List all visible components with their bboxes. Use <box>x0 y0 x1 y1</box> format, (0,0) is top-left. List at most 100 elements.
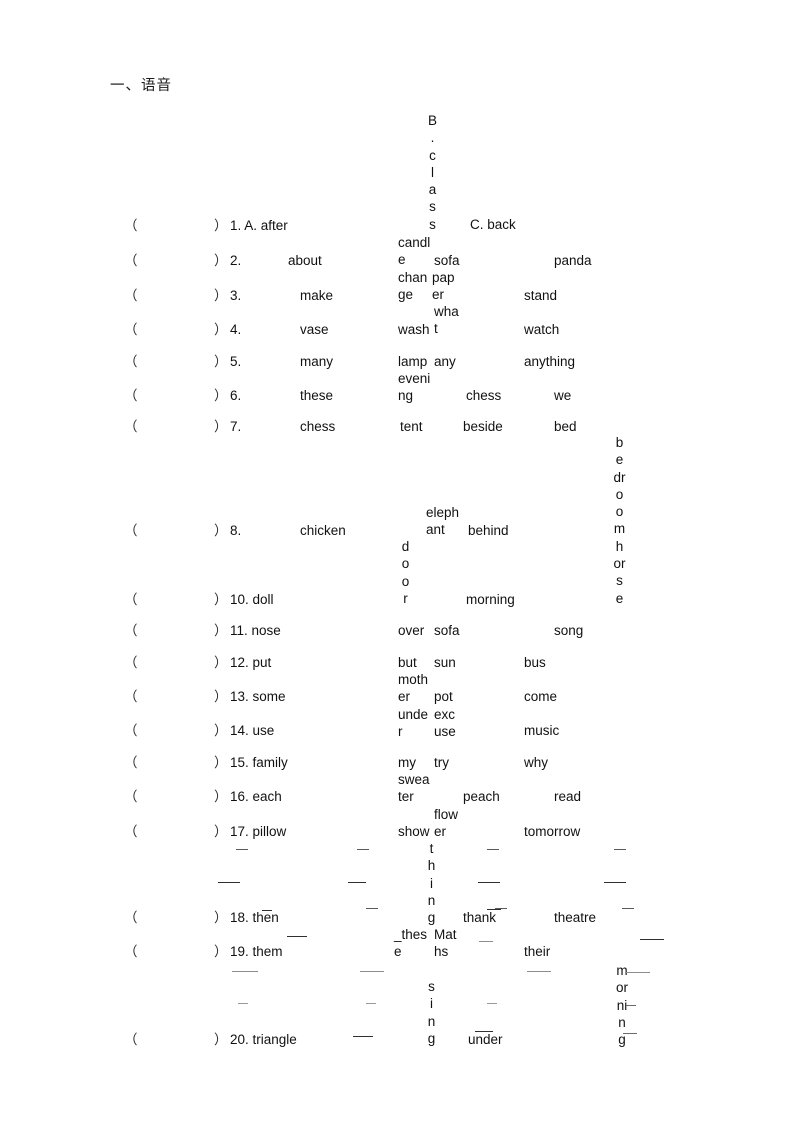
question-label-11: 11. nose <box>230 623 281 638</box>
underline-artifact-25 <box>353 1036 373 1037</box>
answer-bracket-close-8[interactable]: ） <box>214 522 228 539</box>
answer-bracket-open-1[interactable]: （ <box>124 217 138 234</box>
underline-artifact-4 <box>614 849 626 850</box>
option-a-8: chicken <box>300 523 346 538</box>
answer-bracket-open-10[interactable]: （ <box>124 591 138 608</box>
answer-bracket-open-11[interactable]: （ <box>124 622 138 639</box>
answer-bracket-close-10[interactable]: ） <box>214 591 228 608</box>
answer-bracket-close-15[interactable]: ） <box>214 754 228 771</box>
option-d-3: stand <box>524 288 558 303</box>
option-c-label: C. back <box>470 217 516 232</box>
option-a-7: chess <box>300 419 336 434</box>
underline-artifact-9 <box>366 908 378 909</box>
option-d-15: why <box>524 755 549 770</box>
answer-bracket-open-15[interactable]: （ <box>124 754 138 771</box>
underline-artifact-24 <box>626 1005 636 1006</box>
fragment-change: chan ge <box>398 270 428 303</box>
option-c-16: peach <box>463 789 500 804</box>
worksheet-page: 一、语音 B . c l a s s C. back candl e chan … <box>0 0 800 1134</box>
option-d-16: read <box>554 789 582 804</box>
answer-bracket-close-17[interactable]: ） <box>214 823 228 840</box>
answer-bracket-close-2[interactable]: ） <box>214 252 228 269</box>
answer-bracket-open-17[interactable]: （ <box>124 823 138 840</box>
answer-bracket-close-7[interactable]: ） <box>214 418 228 435</box>
question-label-14: 14. use <box>230 723 275 738</box>
answer-bracket-open-4[interactable]: （ <box>124 321 138 338</box>
answer-bracket-close-11[interactable]: ） <box>214 622 228 639</box>
underline-artifact-7 <box>478 882 500 883</box>
option-d-6: we <box>554 388 572 403</box>
answer-bracket-close-13[interactable]: ） <box>214 688 228 705</box>
underline-artifact-1 <box>236 849 248 850</box>
underline-artifact-27 <box>623 1033 637 1034</box>
underline-artifact-13 <box>487 909 501 910</box>
answer-bracket-open-8[interactable]: （ <box>124 522 138 539</box>
answer-bracket-close-3[interactable]: ） <box>214 287 228 304</box>
option-d-17: tomorrow <box>524 824 581 839</box>
answer-bracket-open-7[interactable]: （ <box>124 418 138 435</box>
underline-artifact-26 <box>475 1031 493 1032</box>
option-b-11: over <box>398 623 425 638</box>
option-d-12: bus <box>524 655 546 670</box>
answer-bracket-close-20[interactable]: ） <box>214 1031 228 1048</box>
fragment-maths: Mat hs <box>434 927 457 960</box>
option-c-15: try <box>434 755 449 770</box>
question-label-4: 4. <box>230 322 242 337</box>
answer-bracket-open-18[interactable]: （ <box>124 909 138 926</box>
answer-bracket-open-2[interactable]: （ <box>124 252 138 269</box>
option-a-3: make <box>300 288 334 303</box>
option-c-18: thank <box>463 910 497 925</box>
answer-bracket-close-14[interactable]: ） <box>214 722 228 739</box>
answer-bracket-close-4[interactable]: ） <box>214 321 228 338</box>
answer-bracket-open-12[interactable]: （ <box>124 654 138 671</box>
underline-artifact-19 <box>527 971 551 972</box>
answer-bracket-close-5[interactable]: ） <box>214 353 228 370</box>
underline-artifact-3 <box>487 849 499 850</box>
option-d-18: theatre <box>554 910 597 925</box>
answer-bracket-close-1[interactable]: ） <box>214 217 228 234</box>
underline-artifact-22 <box>366 1003 376 1004</box>
question-label-6: 6. <box>230 388 242 403</box>
option-d-14: music <box>524 723 560 738</box>
answer-bracket-open-16[interactable]: （ <box>124 788 138 805</box>
option-d-5: anything <box>524 354 576 369</box>
option-c-20: under <box>468 1032 503 1047</box>
fragment-evening: eveni ng <box>398 371 431 404</box>
option-b-7: tent <box>400 419 423 434</box>
fragment-these-split: _thes e <box>394 927 428 960</box>
option-c-2: sofa <box>434 253 460 268</box>
answer-bracket-close-6[interactable]: ） <box>214 387 228 404</box>
answer-bracket-open-19[interactable]: （ <box>124 943 138 960</box>
option-c-5: any <box>434 354 456 369</box>
fragment-sweater: swea ter <box>398 772 430 805</box>
fragment-flower: flow er <box>434 807 459 840</box>
underline-artifact-2 <box>357 849 369 850</box>
option-c-7: beside <box>463 419 503 434</box>
fragment-elephant: eleph ant <box>426 505 460 538</box>
option-a-4: vase <box>300 322 329 337</box>
answer-bracket-open-6[interactable]: （ <box>124 387 138 404</box>
question-label-15: 15. family <box>230 755 288 770</box>
underline-artifact-18 <box>360 971 384 972</box>
underline-artifact-17 <box>232 971 258 972</box>
underline-artifact-5 <box>218 882 240 883</box>
question-label-18: 18. then <box>230 910 279 925</box>
answer-bracket-open-5[interactable]: （ <box>124 353 138 370</box>
option-b-5: lamp <box>398 354 428 369</box>
question-label-17: 17. pillow <box>230 824 287 839</box>
answer-bracket-open-20[interactable]: （ <box>124 1031 138 1048</box>
answer-bracket-close-12[interactable]: ） <box>214 654 228 671</box>
answer-bracket-close-18[interactable]: ） <box>214 909 228 926</box>
answer-bracket-close-19[interactable]: ） <box>214 943 228 960</box>
option-b-12: but <box>398 655 417 670</box>
option-b-17: show <box>398 824 430 839</box>
answer-bracket-open-14[interactable]: （ <box>124 722 138 739</box>
answer-bracket-close-16[interactable]: ） <box>214 788 228 805</box>
fragment-bedroom-horse: b e dr o o m h or s e <box>613 435 626 606</box>
option-c-10: morning <box>466 592 515 607</box>
answer-bracket-open-13[interactable]: （ <box>124 688 138 705</box>
underline-artifact-20 <box>626 972 650 973</box>
answer-bracket-open-3[interactable]: （ <box>124 287 138 304</box>
underline-artifact-15 <box>479 941 493 942</box>
underline-artifact-6 <box>348 882 366 883</box>
